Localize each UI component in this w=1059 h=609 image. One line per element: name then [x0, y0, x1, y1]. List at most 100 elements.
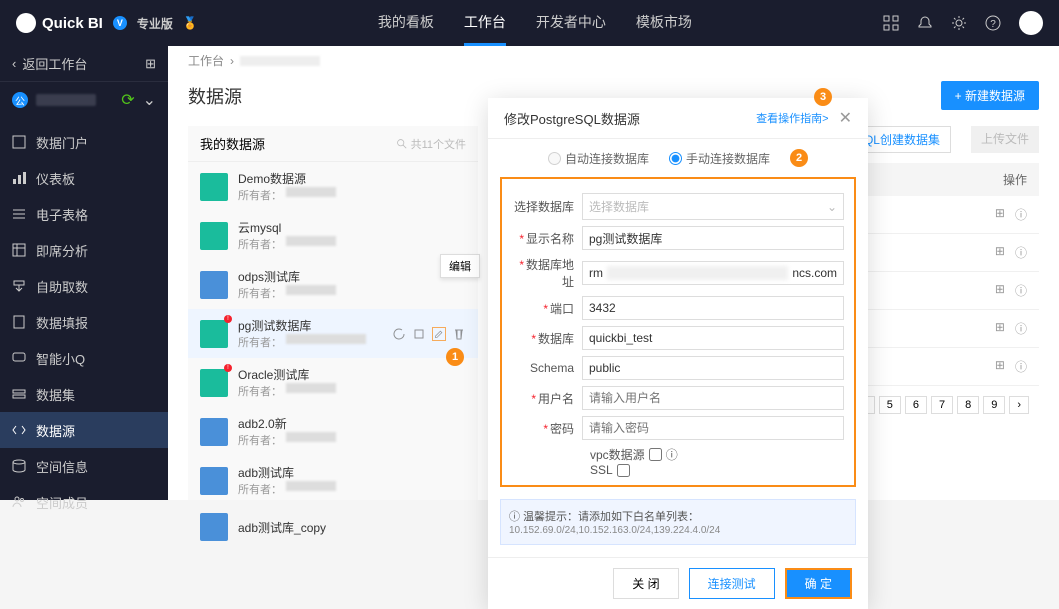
- sidebar-item-form[interactable]: 数据填报: [0, 304, 168, 340]
- sidebar-item-extract[interactable]: 自助取数: [0, 268, 168, 304]
- row-info-icon[interactable]: ⓘ: [1015, 244, 1027, 261]
- logo-icon: [16, 13, 36, 33]
- guide-link[interactable]: 查看操作指南>: [756, 110, 828, 126]
- edit-icon[interactable]: [432, 327, 446, 341]
- page-num[interactable]: 9: [983, 396, 1005, 414]
- sidebar-item-datasource[interactable]: 数据源: [0, 412, 168, 448]
- svg-text:?: ?: [990, 19, 996, 30]
- back-to-workspace[interactable]: ‹ 返回工作台 ⊞: [0, 46, 168, 82]
- database-input[interactable]: [582, 326, 844, 350]
- ds-actions: [392, 327, 466, 341]
- ds-item-selected[interactable]: ! pg测试数据库所有者： 1: [188, 309, 478, 358]
- ds-type-icon: [200, 173, 228, 201]
- confirm-button[interactable]: 确 定: [785, 568, 852, 599]
- callout-2: 2: [790, 149, 808, 167]
- copy-icon[interactable]: [412, 327, 426, 341]
- avatar[interactable]: [1019, 11, 1043, 35]
- db-icon: [12, 459, 26, 473]
- label-ssl: SSL: [590, 463, 613, 477]
- chevron-down-icon: ⌄: [143, 90, 156, 110]
- radio-manual[interactable]: 手动连接数据库: [669, 149, 770, 167]
- page-num[interactable]: 5: [879, 396, 901, 414]
- alert-badge: !: [224, 315, 232, 323]
- ds-item[interactable]: odps测试库所有者： 编辑: [188, 260, 478, 309]
- help-icon[interactable]: ⓘ: [666, 446, 678, 463]
- apps-icon[interactable]: [883, 15, 899, 31]
- row-info-icon[interactable]: ⓘ: [1015, 358, 1027, 375]
- vpc-checkbox[interactable]: [649, 448, 662, 461]
- bell-icon[interactable]: [917, 15, 933, 31]
- label-display-name: 显示名称: [526, 232, 574, 246]
- tab-template-market[interactable]: 模板市场: [636, 0, 692, 46]
- ds-item[interactable]: adb2.0新所有者：: [188, 407, 478, 456]
- close-button[interactable]: 关 闭: [613, 568, 678, 599]
- sidebar-item-spaceinfo[interactable]: 空间信息: [0, 448, 168, 484]
- schema-input[interactable]: [582, 356, 844, 380]
- ds-item[interactable]: Demo数据源所有者：: [188, 162, 478, 211]
- sidebar-item-dataset[interactable]: 数据集: [0, 376, 168, 412]
- ds-list-head: 我的数据源 共11个文件: [188, 126, 478, 162]
- expand-icon[interactable]: ⊞: [145, 56, 156, 72]
- ds-item[interactable]: !Oracle测试库所有者：: [188, 358, 478, 407]
- ds-item[interactable]: adb测试库_copy: [188, 505, 478, 549]
- display-name-input[interactable]: [582, 226, 844, 250]
- delete-icon[interactable]: [452, 327, 466, 341]
- refresh-icon[interactable]: [392, 327, 406, 341]
- grid-icon: [12, 135, 26, 149]
- tab-workspace[interactable]: 工作台: [464, 0, 506, 46]
- radio-auto[interactable]: 自动连接数据库: [548, 149, 649, 167]
- logo: Quick BI V 专业版 🏅: [16, 13, 198, 33]
- ds-type-icon: [200, 369, 228, 397]
- sidebar-item-portal[interactable]: 数据门户: [0, 124, 168, 160]
- help-icon[interactable]: ?: [985, 15, 1001, 31]
- ssl-checkbox[interactable]: [617, 464, 630, 477]
- page-num[interactable]: 8: [957, 396, 979, 414]
- close-icon[interactable]: ✕: [839, 108, 852, 128]
- org-name-blurred: [36, 94, 96, 106]
- label-vpc: vpc数据源: [590, 446, 645, 463]
- label-database: 数据库: [538, 332, 574, 346]
- db-addr-input[interactable]: rmncs.com: [582, 261, 844, 285]
- ds-search[interactable]: 共11个文件: [396, 136, 466, 152]
- ds-type-icon: [200, 418, 228, 446]
- row-action-icon[interactable]: ⊞: [995, 358, 1005, 375]
- sidebar-item-smartq[interactable]: 智能小Q: [0, 340, 168, 376]
- label-select-db: 选择数据库: [512, 198, 582, 215]
- row-info-icon[interactable]: ⓘ: [1015, 206, 1027, 223]
- new-datasource-button[interactable]: + 新建数据源: [941, 81, 1039, 110]
- upload-file-button[interactable]: 上传文件: [971, 126, 1039, 153]
- org-selector[interactable]: 公 ⟳ ⌄: [0, 82, 168, 118]
- sidebar-item-spreadsheet[interactable]: 电子表格: [0, 196, 168, 232]
- page-num[interactable]: 6: [905, 396, 927, 414]
- row-action-icon[interactable]: ⊞: [995, 206, 1005, 223]
- ds-item[interactable]: 云mysql所有者：: [188, 211, 478, 260]
- row-info-icon[interactable]: ⓘ: [1015, 320, 1027, 337]
- tab-developer[interactable]: 开发者中心: [536, 0, 606, 46]
- tab-my-dashboard[interactable]: 我的看板: [378, 0, 434, 46]
- sidebar-item-adhoc[interactable]: 即席分析: [0, 232, 168, 268]
- password-input[interactable]: [582, 416, 844, 440]
- sidebar-item-dashboard[interactable]: 仪表板: [0, 160, 168, 196]
- medal-icon: 🏅: [183, 16, 198, 30]
- test-connection-button[interactable]: 连接测试: [689, 568, 775, 599]
- port-input[interactable]: [582, 296, 844, 320]
- row-action-icon[interactable]: ⊞: [995, 282, 1005, 299]
- top-right: ?: [883, 11, 1043, 35]
- breadcrumb: 工作台 ›: [168, 46, 1059, 75]
- breadcrumb-root[interactable]: 工作台: [188, 52, 224, 69]
- sidebar-item-members[interactable]: 空间成员: [0, 484, 168, 520]
- select-db-dropdown[interactable]: 选择数据库⌄: [582, 193, 844, 220]
- gear-icon[interactable]: [951, 15, 967, 31]
- row-action-icon[interactable]: ⊞: [995, 244, 1005, 261]
- row-info-icon[interactable]: ⓘ: [1015, 282, 1027, 299]
- page-next[interactable]: ›: [1009, 396, 1029, 414]
- breadcrumb-blurred: [240, 56, 320, 66]
- row-action-icon[interactable]: ⊞: [995, 320, 1005, 337]
- username-input[interactable]: [582, 386, 844, 410]
- top-nav: Quick BI V 专业版 🏅 我的看板 工作台 开发者中心 模板市场 ?: [0, 0, 1059, 46]
- page-num[interactable]: 7: [931, 396, 953, 414]
- ds-type-icon: [200, 513, 228, 541]
- th-actions: 操作: [1003, 171, 1027, 188]
- extract-icon: [12, 279, 26, 293]
- ds-item[interactable]: adb测试库所有者：: [188, 456, 478, 505]
